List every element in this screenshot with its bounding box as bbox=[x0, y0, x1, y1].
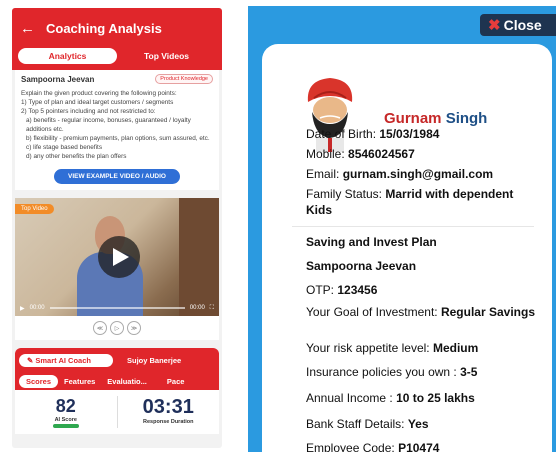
response-duration-value: 03:31 bbox=[142, 396, 194, 418]
time-current: 00:00 bbox=[29, 305, 45, 311]
play-icon[interactable] bbox=[98, 236, 140, 278]
instructions-text: Explain the given product covering the f… bbox=[21, 89, 213, 161]
product-card: Sampoorna Jeevan Product Knowledge Expla… bbox=[15, 70, 219, 190]
screenshot-root: ← Coaching Analysis Analytics Top Videos… bbox=[0, 0, 556, 452]
field-value: 123456 bbox=[337, 283, 378, 297]
field-label: Insurance policies you own : bbox=[306, 365, 461, 379]
field-policies-owned: Insurance policies you own : 3-5 bbox=[306, 364, 477, 380]
coach-person-name: Sujoy Banerjee bbox=[127, 355, 182, 365]
instruction-line: c) life stage based benefits bbox=[26, 144, 103, 151]
tab-evaluation[interactable]: Evaluatio... bbox=[101, 377, 153, 386]
tab-pace[interactable]: Pace bbox=[161, 377, 191, 386]
field-value: Medium bbox=[432, 341, 479, 355]
instruction-line: d) any other benefits the plan offers bbox=[26, 153, 127, 160]
product-name: Sampoorna Jeevan bbox=[21, 74, 95, 84]
play-small-icon[interactable]: ▶ bbox=[20, 305, 25, 312]
field-family-status: Family Status: Marrid with dependent Kid… bbox=[306, 186, 542, 218]
instruction-line: Explain the given product covering the f… bbox=[21, 90, 177, 97]
score-tabs: Scores Features Evaluatio... Pace bbox=[19, 372, 215, 390]
playback-controls: ≪ ▷ ≫ bbox=[15, 316, 219, 340]
field-bank-staff: Bank Staff Details: Yes bbox=[306, 416, 429, 432]
field-value: 15/03/1984 bbox=[379, 127, 440, 141]
response-duration-label: Response Duration bbox=[143, 419, 194, 425]
field-label: Bank Staff Details: bbox=[306, 417, 408, 431]
field-label: Family Status: bbox=[306, 187, 386, 201]
field-value: gurnam.singh@gmail.com bbox=[342, 167, 494, 181]
customer-name: Gurnam Singh bbox=[384, 110, 487, 127]
field-value: 3-5 bbox=[460, 365, 478, 379]
field-label: Email: bbox=[306, 167, 343, 181]
field-value: Yes bbox=[407, 417, 429, 431]
field-value: 10 to 25 lakhs bbox=[396, 391, 475, 405]
field-value: Regular Savings bbox=[440, 305, 535, 319]
field-label: Employee Code: bbox=[306, 441, 399, 452]
time-total: 00:00 bbox=[189, 305, 205, 311]
instruction-line: a) benefits - regular income, bonuses, g… bbox=[26, 117, 191, 133]
back-arrow-icon[interactable]: ← bbox=[20, 20, 40, 37]
play-outline-icon[interactable]: ▷ bbox=[110, 321, 124, 335]
field-label: Annual Income : bbox=[306, 391, 397, 405]
fast-forward-icon[interactable]: ≫ bbox=[127, 321, 141, 335]
field-investment-goal: Your Goal of Investment: Regular Savings bbox=[306, 306, 546, 319]
field-value: 8546024567 bbox=[348, 147, 415, 161]
field-label: Date of Birth: bbox=[306, 127, 380, 141]
coach-section: ✎ Smart AI Coach Sujoy Banerjee Scores F… bbox=[15, 348, 219, 390]
ai-score-bar bbox=[52, 424, 79, 428]
divider bbox=[292, 226, 534, 227]
video-background-door bbox=[179, 198, 219, 316]
profile-card: Gurnam Singh Date of Birth: 15/03/1984 M… bbox=[262, 44, 552, 452]
field-otp: OTP: 123456 bbox=[306, 282, 377, 298]
ai-score-label: AI Score bbox=[54, 417, 77, 423]
tab-analytics[interactable]: Analytics bbox=[18, 48, 117, 64]
score-panel: 82 AI Score 03:31 Response Duration bbox=[15, 390, 219, 434]
field-label: Your Goal of Investment: bbox=[306, 305, 441, 319]
close-button[interactable]: ✖ Close bbox=[480, 14, 556, 36]
tab-top-videos[interactable]: Top Videos bbox=[117, 48, 216, 64]
app-header: ← Coaching Analysis bbox=[12, 8, 222, 48]
field-value: P10474 bbox=[398, 441, 440, 452]
field-value: Saving and Invest Plan bbox=[306, 235, 437, 249]
page-title: Coaching Analysis bbox=[46, 20, 162, 36]
video-control-bar: ▶ 00:00 00:00 ⛶ bbox=[15, 300, 219, 316]
tab-features[interactable]: Features bbox=[58, 377, 101, 386]
tab-scores[interactable]: Scores bbox=[19, 374, 59, 388]
rewind-icon[interactable]: ≪ bbox=[93, 321, 107, 335]
field-label: Mobile: bbox=[306, 147, 349, 161]
customer-profile-panel: ✖ Close Gurnam Singh Date of Birth: 15/0… bbox=[248, 6, 556, 452]
video-seek-bar[interactable] bbox=[49, 307, 185, 309]
field-employee-code: Employee Code: P10474 bbox=[306, 440, 439, 452]
coaching-app-screen: ← Coaching Analysis Analytics Top Videos… bbox=[12, 8, 222, 448]
product-tag-badge: Product Knowledge bbox=[155, 74, 213, 84]
field-risk-appetite: Your risk appetite level: Medium bbox=[306, 340, 478, 356]
smart-ai-coach-button[interactable]: ✎ Smart AI Coach bbox=[19, 353, 113, 367]
instruction-line: 1) Type of plan and ideal target custome… bbox=[21, 99, 174, 106]
field-annual-income: Annual Income : 10 to 25 lakhs bbox=[306, 390, 475, 406]
tabs-bar: Analytics Top Videos bbox=[12, 48, 222, 70]
instruction-line: 2) Top 5 pointers including and not rest… bbox=[21, 108, 156, 115]
first-name: Gurnam bbox=[384, 110, 442, 127]
field-dob: Date of Birth: 15/03/1984 bbox=[306, 126, 439, 142]
instruction-line: b) flexibility - premium payments, plan … bbox=[26, 135, 210, 142]
ai-score-value: 82 bbox=[55, 396, 76, 416]
fullscreen-icon[interactable]: ⛶ bbox=[210, 305, 214, 312]
field-email: Email: gurnam.singh@gmail.com bbox=[306, 166, 493, 182]
field-mobile: Mobile: 8546024567 bbox=[306, 146, 415, 162]
coach-button-label: Smart AI Coach bbox=[35, 355, 91, 365]
top-video-tag: Top Video bbox=[15, 204, 54, 214]
close-label: Close bbox=[503, 17, 542, 33]
field-value: Sampoorna Jeevan bbox=[306, 259, 417, 273]
plan-type: Saving and Invest Plan bbox=[306, 234, 437, 250]
video-player[interactable]: Top Video ▶ 00:00 00:00 ⛶ bbox=[15, 198, 219, 316]
last-name: Singh bbox=[445, 110, 488, 127]
plan-name: Sampoorna Jeevan bbox=[306, 258, 416, 274]
field-label: OTP: bbox=[306, 283, 338, 297]
field-label: Your risk appetite level: bbox=[306, 341, 433, 355]
view-example-button[interactable]: VIEW EXAMPLE VIDEO / AUDIO bbox=[54, 169, 180, 184]
close-icon: ✖ bbox=[488, 17, 501, 34]
